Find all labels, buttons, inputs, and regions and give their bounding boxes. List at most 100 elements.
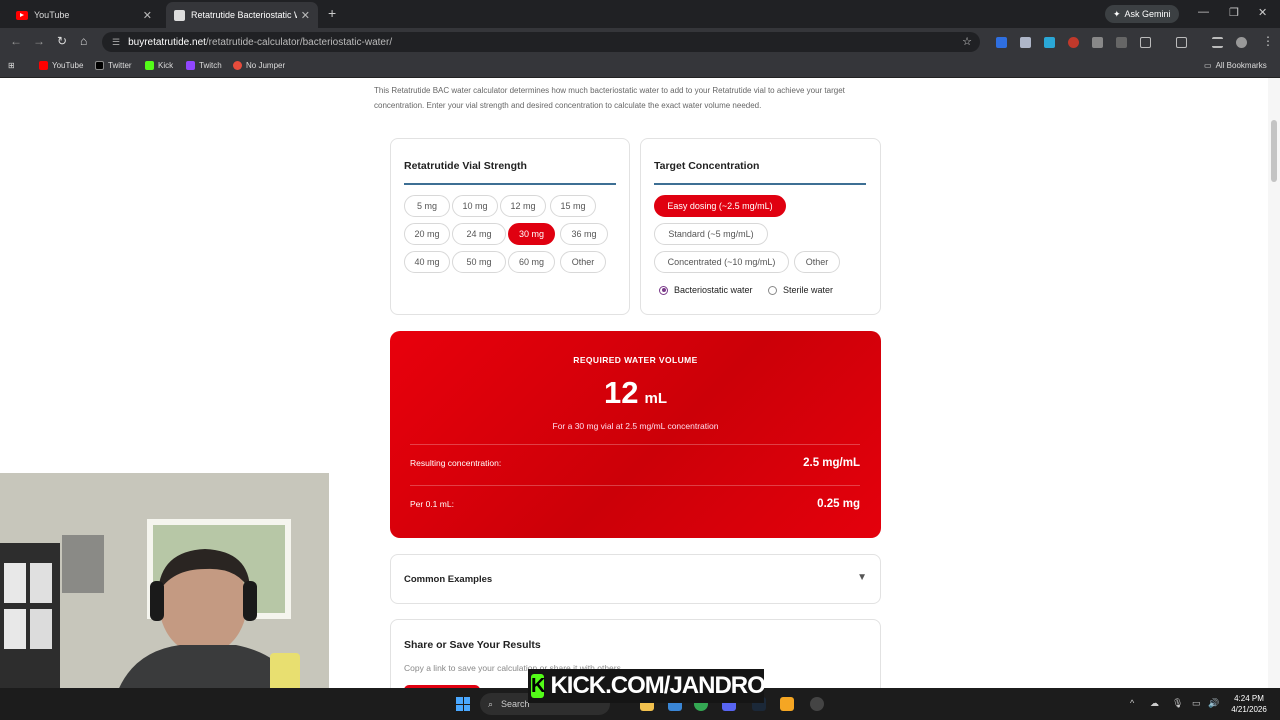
kick-icon xyxy=(145,61,154,70)
tab-title: Retatrutide Bacteriostatic Water xyxy=(191,10,297,20)
tab-calculator[interactable]: Retatrutide Bacteriostatic Water ✕ xyxy=(166,2,318,28)
chevron-down-icon: ▼ xyxy=(857,572,867,583)
vial-option-pill[interactable]: 5 mg xyxy=(404,195,450,217)
vial-option-pill[interactable]: 10 mg xyxy=(452,195,498,217)
twitch-icon xyxy=(186,61,195,70)
vial-option-pill[interactable]: 12 mg xyxy=(500,195,546,217)
radio-selected-icon xyxy=(659,285,668,295)
no-jumper-icon xyxy=(233,61,242,70)
all-bookmarks-label: All Bookmarks xyxy=(1215,61,1267,70)
vial-option-pill[interactable]: 36 mg xyxy=(560,223,608,245)
overlay-text: KICK.COM/JANDRO xyxy=(550,672,765,699)
volume-icon[interactable]: 🔊 xyxy=(1208,698,1219,709)
network-icon[interactable]: ▭ xyxy=(1192,698,1201,709)
extension-icon[interactable] xyxy=(1116,37,1127,48)
vial-option-pill[interactable]: 60 mg xyxy=(508,251,555,273)
bookmark-kick[interactable]: Kick xyxy=(145,61,173,70)
search-icon: ⌕ xyxy=(488,698,494,709)
url-path: /retatrutide-calculator/bacteriostatic-w… xyxy=(205,36,393,48)
menu-icon[interactable]: ⋮ xyxy=(1262,34,1274,48)
page-favicon-icon xyxy=(174,9,185,21)
vial-option-pill[interactable]: 40 mg xyxy=(404,251,450,273)
tray-chevron-icon[interactable]: ^ xyxy=(1130,698,1134,708)
forward-icon[interactable]: → xyxy=(33,34,45,48)
back-icon[interactable]: ← xyxy=(10,34,22,48)
folder-icon: ▭ xyxy=(1204,61,1212,70)
bookmark-twitter[interactable]: Twitter xyxy=(95,61,132,70)
extensions-puzzle-icon[interactable] xyxy=(1140,37,1151,48)
reading-list-icon[interactable] xyxy=(1212,37,1223,48)
vial-strength-title: Retatrutide Vial Strength xyxy=(404,160,527,172)
bookmark-label: No Jumper xyxy=(246,61,286,70)
ask-gemini-button[interactable]: ✦ Ask Gemini xyxy=(1105,5,1179,23)
concentration-option-pill[interactable]: Easy dosing (~2.5 mg/mL) xyxy=(654,195,786,217)
vial-option-pill[interactable]: 15 mg xyxy=(550,195,596,217)
bookmark-twitch[interactable]: Twitch xyxy=(186,61,222,70)
extension-icon[interactable] xyxy=(1068,37,1079,48)
app-icon[interactable] xyxy=(780,697,794,711)
divider xyxy=(410,485,860,486)
radio-unselected-icon xyxy=(768,285,777,295)
radio-label: Bacteriostatic water xyxy=(674,285,753,295)
minimize-button[interactable]: — xyxy=(1198,6,1209,18)
microphone-icon[interactable]: 🎙 xyxy=(1172,698,1183,709)
reload-icon[interactable]: ↻ xyxy=(57,34,67,48)
vial-option-pill[interactable]: Other xyxy=(560,251,606,273)
tab-youtube[interactable]: YouTube ✕ xyxy=(8,2,160,28)
profile-avatar-icon[interactable] xyxy=(1236,37,1247,48)
sparkle-icon: ✦ xyxy=(1113,8,1121,19)
title-divider xyxy=(654,183,866,185)
bookmark-label: YouTube xyxy=(52,61,84,70)
address-bar[interactable]: ☰ buyretatrutide.net /retatrutide-calcul… xyxy=(102,32,980,52)
bookmark-label: Twitch xyxy=(199,61,222,70)
vial-strength-card: Retatrutide Vial Strength 5 mg 10 mg 12 mg… xyxy=(390,138,630,315)
row-value: 0.25 mg xyxy=(817,498,860,510)
apps-grid-icon[interactable]: ⊞ xyxy=(8,61,15,70)
target-concentration-title: Target Concentration xyxy=(654,160,760,172)
result-label: REQUIRED WATER VOLUME xyxy=(573,355,698,365)
bookmark-no-jumper[interactable]: No Jumper xyxy=(233,61,285,70)
tab-close-icon[interactable]: ✕ xyxy=(301,9,310,22)
tab-close-icon[interactable]: ✕ xyxy=(143,9,152,22)
side-panel-icon[interactable] xyxy=(1176,37,1187,48)
concentration-option-pill[interactable]: Standard (~5 mg/mL) xyxy=(654,223,768,245)
bookmark-label: Twitter xyxy=(108,61,132,70)
vial-option-pill[interactable]: 20 mg xyxy=(404,223,450,245)
extension-icon[interactable] xyxy=(1092,37,1103,48)
extension-icon[interactable] xyxy=(1044,37,1055,48)
site-info-icon[interactable]: ☰ xyxy=(112,37,120,48)
bacteriostatic-water-radio[interactable]: Bacteriostatic water xyxy=(659,285,753,295)
page-scrollbar[interactable] xyxy=(1268,78,1280,688)
water-volume-number: 12 xyxy=(604,375,639,410)
vial-option-pill[interactable]: 50 mg xyxy=(452,251,506,273)
home-icon[interactable]: ⌂ xyxy=(80,34,87,48)
extension-icon[interactable] xyxy=(996,37,1007,48)
intro-text: This Retatrutide BAC water calculator de… xyxy=(374,86,845,110)
concentration-option-pill[interactable]: Other xyxy=(794,251,840,273)
divider xyxy=(410,444,860,445)
all-bookmarks-button[interactable]: ▭ All Bookmarks xyxy=(1204,61,1267,70)
radio-label: Sterile water xyxy=(783,285,834,295)
system-clock[interactable]: 4:24 PM 4/21/2026 xyxy=(1228,693,1270,715)
extension-icon[interactable] xyxy=(1020,37,1031,48)
close-window-button[interactable]: ✕ xyxy=(1258,6,1267,19)
common-examples-accordion[interactable]: Common Examples ▼ xyxy=(390,554,881,604)
vial-option-pill[interactable]: 30 mg xyxy=(508,223,555,245)
sterile-water-radio[interactable]: Sterile water xyxy=(768,285,833,295)
bookmark-star-icon[interactable]: ☆ xyxy=(962,35,972,48)
tab-bar: YouTube ✕ Retatrutide Bacteriostatic Wat… xyxy=(0,0,1280,28)
new-tab-button[interactable]: + xyxy=(328,5,336,21)
result-description: For a 30 mg vial at 2.5 mg/mL concentrat… xyxy=(552,421,719,431)
windows-start-icon[interactable] xyxy=(456,697,470,711)
obs-icon[interactable] xyxy=(810,697,824,711)
share-title: Share or Save Your Results xyxy=(404,639,541,651)
vial-option-pill[interactable]: 24 mg xyxy=(452,223,506,245)
scrollbar-thumb[interactable] xyxy=(1271,120,1277,182)
onedrive-icon[interactable]: ☁ xyxy=(1150,698,1159,709)
concentration-option-pill[interactable]: Concentrated (~10 mg/mL) xyxy=(654,251,789,273)
bookmark-youtube[interactable]: YouTube xyxy=(39,61,83,70)
kick-logo-icon: K xyxy=(531,674,545,698)
maximize-button[interactable]: ❐ xyxy=(1229,6,1239,19)
tab-title: YouTube xyxy=(34,10,70,20)
browser-toolbar: ← → ↻ ⌂ ☰ buyretatrutide.net /retatrutid… xyxy=(0,28,1280,56)
